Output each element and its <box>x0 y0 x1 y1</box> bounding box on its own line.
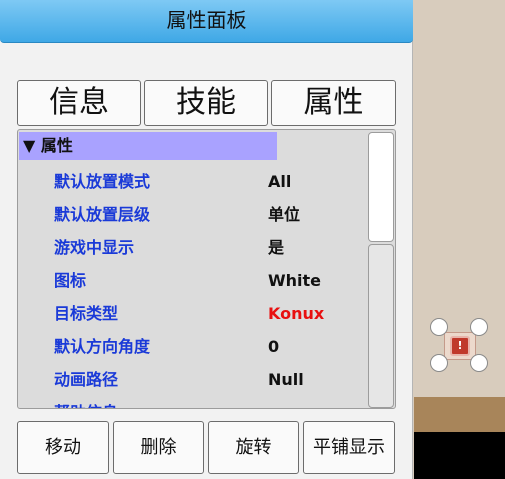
unit-warning-icon[interactable]: ! <box>450 336 470 356</box>
property-key: 帮助信息 <box>54 396 118 408</box>
tab-attributes[interactable]: 属性 <box>271 80 396 126</box>
property-value-highlighted[interactable]: Konux <box>268 297 324 330</box>
handle-bottom-left[interactable] <box>430 354 448 372</box>
panel-title: 属性面板 <box>0 0 413 43</box>
property-key: 图标 <box>54 271 87 290</box>
delete-button[interactable]: 删除 <box>113 421 204 474</box>
property-row[interactable]: 动画路径 Null <box>18 363 368 396</box>
property-value[interactable]: White <box>268 264 321 297</box>
handle-bottom-right[interactable] <box>470 354 488 372</box>
property-row[interactable]: 默认放置模式 All <box>18 165 368 198</box>
scene-void <box>414 432 505 479</box>
tab-bar: 信息 技能 属性 <box>17 80 396 126</box>
action-bar: 移动 删除 旋转 平铺显示 <box>17 421 395 474</box>
tile-display-button[interactable]: 平铺显示 <box>303 421 395 474</box>
property-value[interactable]: 0 <box>268 330 279 363</box>
rotate-button[interactable]: 旋转 <box>208 421 299 474</box>
scrollbar-rail[interactable] <box>368 244 394 408</box>
property-row[interactable]: 图标 White <box>18 264 368 297</box>
property-row[interactable]: 默认方向角度 0 <box>18 330 368 363</box>
property-value[interactable]: All <box>268 165 291 198</box>
move-button[interactable]: 移动 <box>17 421 109 474</box>
tab-info[interactable]: 信息 <box>17 80 141 126</box>
property-row[interactable]: 游戏中显示 是 <box>18 231 368 264</box>
property-value[interactable]: 单位 <box>268 198 300 231</box>
property-key: 默认方向角度 <box>54 337 151 356</box>
property-row[interactable]: 默认放置层级 单位 <box>18 198 368 231</box>
section-header-attributes[interactable]: ▼ 属性 <box>19 132 277 160</box>
property-key: 默认放置模式 <box>54 172 151 191</box>
scene-floor <box>414 397 505 432</box>
property-key: 游戏中显示 <box>54 238 135 257</box>
property-value[interactable]: Null <box>268 363 304 396</box>
property-value[interactable]: 是 <box>268 231 284 264</box>
handle-top-right[interactable] <box>470 318 488 336</box>
property-row[interactable]: 帮助信息 <box>18 396 368 408</box>
property-key: 动画路径 <box>54 370 119 389</box>
property-row[interactable]: 目标类型 Konux <box>18 297 368 330</box>
property-key: 目标类型 <box>54 304 119 323</box>
scrollbar-thumb[interactable] <box>368 132 394 242</box>
tab-skills[interactable]: 技能 <box>144 80 268 126</box>
property-panel: 属性面板 信息 技能 属性 ▼ 属性 默认放置模式 All 默认放置层级 单位 … <box>0 0 413 479</box>
property-list: ▼ 属性 默认放置模式 All 默认放置层级 单位 游戏中显示 是 图标 Whi… <box>17 129 396 409</box>
vertical-scrollbar[interactable] <box>368 132 394 408</box>
selected-unit-widget[interactable]: ! <box>430 318 490 374</box>
handle-top-left[interactable] <box>430 318 448 336</box>
property-key: 默认放置层级 <box>54 205 151 224</box>
